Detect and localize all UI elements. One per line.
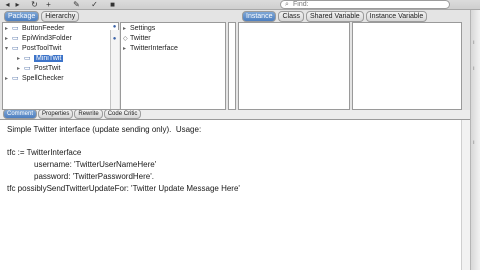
triangle-right-icon[interactable]: ▸ — [17, 64, 24, 74]
tab-comment[interactable]: Comment — [3, 109, 38, 119]
protocol-list-collapsed[interactable] — [228, 22, 236, 110]
list-item[interactable]: ▸ TwitterInterface — [123, 44, 225, 54]
editor-line: Simple Twitter interface (update sending… — [7, 125, 202, 134]
editor-line: tfc := TwitterInterface — [7, 148, 82, 157]
list-item[interactable]: ▸ ▭ EpiWind3Folder — [5, 34, 118, 44]
triangle-right-icon[interactable]: ▸ — [5, 24, 12, 34]
toolbar: ◂ ▸ ↻ + ✎ ✓ ■ ⌕ Find: — [0, 0, 480, 10]
list-item[interactable]: ▾ ▭ PostToolTwit — [5, 44, 118, 54]
editor-scrollbar[interactable] — [461, 120, 470, 270]
class-list[interactable]: ▸ Settings ◇ Twitter ▸ TwitterInterface — [120, 22, 226, 110]
tab-rewrite[interactable]: Rewrite — [74, 109, 103, 119]
package-icon: ▭ — [12, 25, 19, 32]
stop-icon[interactable]: ■ — [108, 1, 117, 9]
find-input[interactable]: ⌕ Find: — [280, 0, 450, 9]
tab-instance-variable[interactable]: Instance Variable — [365, 11, 428, 22]
diamond-icon: ◇ — [123, 36, 128, 42]
grip-mark: ı — [473, 140, 475, 146]
check-icon[interactable]: ✓ — [90, 1, 99, 9]
package-icon: ▭ — [24, 55, 31, 62]
package-icon: ▭ — [12, 45, 19, 52]
triangle-right-icon[interactable]: ▸ — [123, 24, 130, 34]
tab-hierarchy[interactable]: Hierarchy — [41, 11, 80, 22]
side-scrollbar[interactable] — [470, 10, 480, 270]
blue-dot-icon[interactable]: ● — [111, 36, 118, 42]
blue-dot-icon[interactable]: ● — [111, 24, 118, 30]
comment-editor[interactable]: Simple Twitter interface (update sending… — [0, 119, 470, 270]
tab-shared-variable[interactable]: Shared Variable — [305, 11, 364, 22]
list-item[interactable]: ▸ ▭ PostTwit — [5, 64, 118, 74]
add-icon[interactable]: + — [44, 1, 53, 9]
forward-icon[interactable]: ▸ — [13, 1, 22, 9]
triangle-right-icon[interactable]: ▸ — [5, 34, 12, 44]
refresh-icon[interactable]: ↻ — [30, 1, 39, 9]
editor-tabs: Comment Properties Rewrite Code Critic — [3, 109, 142, 119]
tab-properties[interactable]: Properties — [38, 109, 74, 119]
list-item[interactable]: ▸ ▭ ButtonFeeder — [5, 24, 118, 34]
editor-line: password: 'TwitterPasswordHere'. — [34, 172, 154, 181]
browser-window: ◂ ▸ ↻ + ✎ ✓ ■ ⌕ Find: Package Hierarchy … — [0, 0, 480, 270]
list-item[interactable]: ▸ ▭ MiniTwit — [5, 54, 118, 64]
package-list[interactable]: ▸ ▭ ButtonFeeder ▸ ▭ EpiWind3Folder ▾ ▭ PostTo… — [2, 22, 119, 110]
list-item[interactable]: ▸ Settings — [123, 24, 225, 34]
browser-top-pane: Package Hierarchy ▸ ▭ ButtonFeeder ▸ ▭ EpiWi… — [0, 10, 470, 110]
list-item[interactable]: ◇ Twitter — [123, 34, 225, 44]
editor-line: tfc possiblySendTwitterUpdateFor: 'Twitt… — [7, 184, 240, 193]
tool-icon[interactable]: ✎ — [72, 1, 81, 9]
tab-instance[interactable]: Instance — [242, 11, 277, 22]
grip-mark: ı — [473, 66, 475, 72]
triangle-right-icon[interactable]: ▸ — [5, 74, 12, 84]
package-icon: ▭ — [12, 75, 19, 82]
method-tabs: Instance Class Shared Variable Instance … — [242, 11, 428, 22]
selected-item-label: MiniTwit — [34, 55, 64, 62]
find-placeholder: Find: — [293, 1, 309, 8]
triangle-right-icon[interactable]: ▸ — [17, 54, 24, 64]
back-icon[interactable]: ◂ — [3, 1, 12, 9]
tab-class[interactable]: Class — [278, 11, 304, 22]
package-side-strip[interactable] — [110, 30, 119, 110]
method-list[interactable] — [352, 22, 462, 110]
triangle-right-icon[interactable]: ▸ — [123, 44, 130, 54]
editor-line: username: 'TwitterUserNameHere' — [34, 160, 157, 169]
tab-package[interactable]: Package — [4, 11, 40, 22]
search-icon: ⌕ — [285, 1, 289, 8]
grip-mark: ı — [473, 40, 475, 46]
list-item[interactable]: ▸ ▭ SpellChecker — [5, 74, 118, 84]
package-tabs: Package Hierarchy — [4, 11, 80, 22]
triangle-down-icon[interactable]: ▾ — [5, 44, 12, 54]
package-icon: ▭ — [12, 35, 19, 42]
tab-code-critic[interactable]: Code Critic — [103, 109, 142, 119]
package-icon: ▭ — [24, 65, 31, 72]
protocol-list[interactable] — [238, 22, 350, 110]
